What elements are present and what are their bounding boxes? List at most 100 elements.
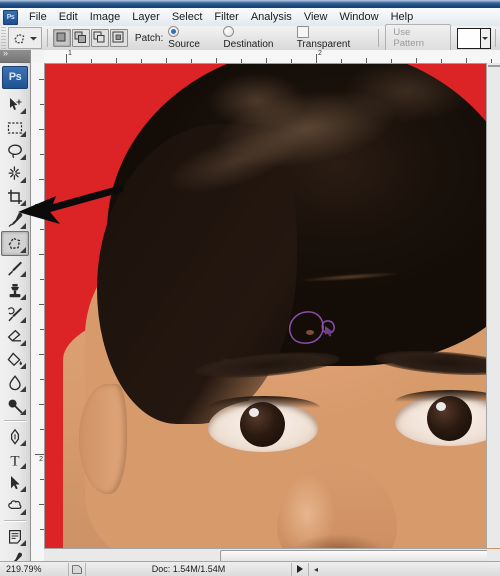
patch-label: Patch: xyxy=(134,32,164,44)
flyout-triangle-icon xyxy=(20,200,26,206)
horizontal-ruler[interactable]: 1 2 xyxy=(44,50,500,64)
menu-item-edit[interactable]: Edit xyxy=(53,10,84,24)
vertical-scrollbar[interactable] xyxy=(486,63,500,548)
document-size-info: Doc: 1.54M/1.54M xyxy=(86,562,292,576)
vruler-label-1: 1 xyxy=(39,206,43,213)
tool-lasso-tool[interactable] xyxy=(2,139,28,162)
destination-label: Destination xyxy=(223,39,274,50)
patch-transparent-option[interactable]: Transparent xyxy=(296,26,366,50)
title-bar-glint xyxy=(0,0,500,3)
menu-item-view[interactable]: View xyxy=(298,10,334,24)
options-separator-2 xyxy=(378,29,380,47)
photoshop-window: Ps File Edit Image Layer Select Filter A… xyxy=(0,0,500,576)
document-window: 1 2 1 2 xyxy=(31,50,500,576)
portrait-photo: tahaddus.blogspot.com xyxy=(45,64,500,553)
flyout-triangle-icon xyxy=(20,509,26,515)
hruler-label-1: 1 xyxy=(68,50,72,57)
subtract-from-selection-button[interactable] xyxy=(90,29,109,47)
tool-path-selection-tool[interactable] xyxy=(2,471,28,494)
use-pattern-button[interactable]: Use Pattern xyxy=(385,24,451,52)
flyout-triangle-icon xyxy=(20,154,26,160)
menu-item-help[interactable]: Help xyxy=(385,10,420,24)
menu-item-window[interactable]: Window xyxy=(333,10,384,24)
pattern-swatch[interactable] xyxy=(457,28,480,48)
image-canvas[interactable]: tahaddus.blogspot.com xyxy=(45,64,500,553)
flyout-triangle-icon xyxy=(20,540,26,546)
vertical-scrollbar-thumb[interactable] xyxy=(488,65,500,67)
vertical-ruler[interactable]: 1 2 xyxy=(31,63,45,576)
photo-iris-right xyxy=(427,396,472,441)
patch-tool-icon xyxy=(12,31,27,46)
vruler-label-2: 2 xyxy=(39,456,43,463)
tool-notes-tool[interactable] xyxy=(2,525,28,548)
status-bar-menu-button[interactable] xyxy=(292,562,309,576)
patch-source-option[interactable]: Source xyxy=(168,26,214,50)
patch-selection-marquee[interactable] xyxy=(284,306,344,362)
menu-item-file[interactable]: File xyxy=(23,10,53,24)
tool-magic-wand-tool[interactable] xyxy=(2,162,28,185)
tool-crop-tool[interactable] xyxy=(2,185,28,208)
flyout-triangle-icon xyxy=(20,271,26,277)
horizontal-scrollbar[interactable] xyxy=(44,548,490,563)
menu-item-filter[interactable]: Filter xyxy=(208,10,244,24)
tool-move-tool[interactable] xyxy=(2,93,28,116)
options-bar-gripper[interactable] xyxy=(1,27,6,49)
menu-item-select[interactable]: Select xyxy=(166,10,209,24)
status-bar: 219.79% Doc: 1.54M/1.54M ◂ xyxy=(0,561,500,576)
add-to-selection-button[interactable] xyxy=(71,29,90,47)
intersect-with-selection-button[interactable] xyxy=(109,29,128,47)
flyout-triangle-icon xyxy=(20,223,26,229)
tool-eraser-tool[interactable] xyxy=(2,325,28,348)
source-radio-icon[interactable] xyxy=(168,26,180,37)
pattern-chevron-down-icon[interactable] xyxy=(479,28,490,48)
tool-custom-shape-tool[interactable] xyxy=(2,494,28,517)
destination-radio-icon[interactable] xyxy=(223,26,235,37)
flyout-triangle-icon xyxy=(20,317,26,323)
ruler-corner[interactable] xyxy=(31,50,45,64)
hruler-label-2: 2 xyxy=(318,50,322,57)
flyout-triangle-icon xyxy=(20,409,26,415)
flyout-triangle-icon xyxy=(20,486,26,492)
app-logo-icon: Ps xyxy=(3,9,18,25)
flyout-triangle-icon xyxy=(20,340,26,346)
tool-type-tool[interactable]: T xyxy=(2,448,28,471)
tool-eyedropper-tool[interactable] xyxy=(2,208,28,231)
status-bar-document-icon[interactable] xyxy=(69,562,86,576)
pattern-picker[interactable] xyxy=(456,27,491,49)
tool-preset-picker[interactable] xyxy=(7,27,42,49)
flyout-triangle-icon xyxy=(20,386,26,392)
menu-item-layer[interactable]: Layer xyxy=(126,10,166,24)
new-selection-button[interactable] xyxy=(52,29,71,47)
tools-panel: Ps xyxy=(0,48,31,576)
tool-preset-chevron-down-icon[interactable] xyxy=(29,36,37,41)
tool-rectangular-marquee-tool[interactable] xyxy=(2,116,28,139)
flyout-triangle-icon xyxy=(20,294,26,300)
tools-panel-collapse-button[interactable] xyxy=(0,48,30,63)
tool-patch-tool[interactable] xyxy=(1,231,29,256)
flyout-triangle-icon xyxy=(20,440,26,446)
tools-divider-1 xyxy=(4,420,26,422)
tool-history-brush-tool[interactable] xyxy=(2,302,28,325)
tool-dodge-tool[interactable] xyxy=(2,394,28,417)
patch-destination-option[interactable]: Destination xyxy=(223,26,287,50)
window-title-bar xyxy=(0,0,500,8)
photo-iris-left xyxy=(240,402,285,447)
tool-pen-tool[interactable] xyxy=(2,425,28,448)
flyout-triangle-icon xyxy=(20,363,26,369)
tool-blur-tool[interactable] xyxy=(2,371,28,394)
status-bar-left-arrow-icon[interactable]: ◂ xyxy=(309,563,323,576)
flyout-triangle-icon xyxy=(20,131,26,137)
transparent-label: Transparent xyxy=(296,39,351,50)
options-separator-3 xyxy=(494,29,496,47)
tool-options-bar: Patch: Source Destination Transparent Us… xyxy=(0,24,500,52)
flyout-triangle-icon xyxy=(20,177,26,183)
tool-brush-tool[interactable] xyxy=(2,256,28,279)
tool-paint-bucket-tool[interactable] xyxy=(2,348,28,371)
zoom-level-field[interactable]: 219.79% xyxy=(0,562,69,576)
flyout-triangle-icon xyxy=(20,247,26,253)
options-separator-1 xyxy=(46,29,48,47)
transparent-checkbox-icon[interactable] xyxy=(296,26,309,38)
menu-item-image[interactable]: Image xyxy=(84,10,127,24)
tool-clone-stamp-tool[interactable] xyxy=(2,279,28,302)
menu-item-analysis[interactable]: Analysis xyxy=(245,10,298,24)
